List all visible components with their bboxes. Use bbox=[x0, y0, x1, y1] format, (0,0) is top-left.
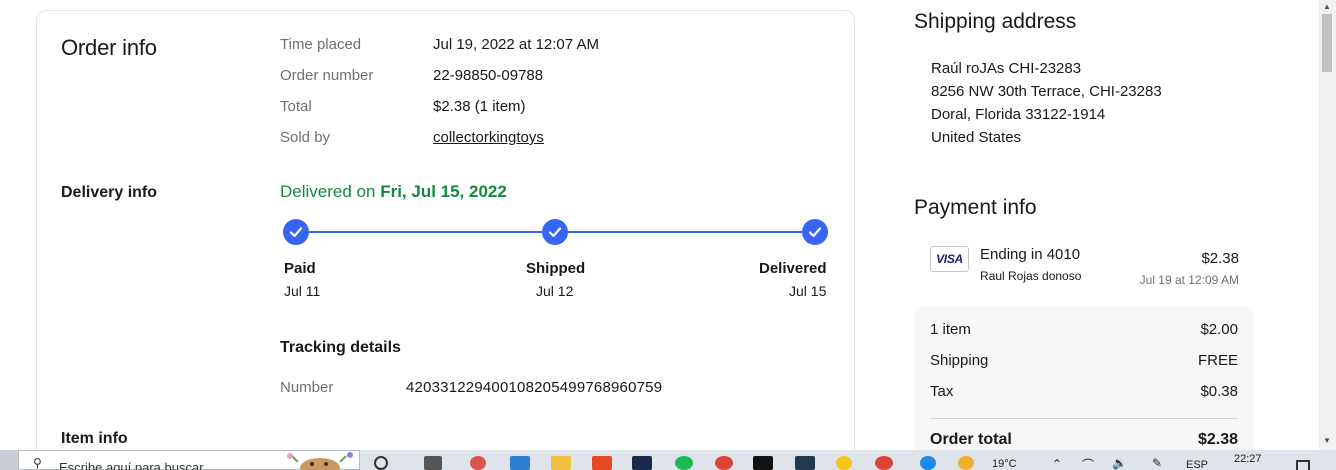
step-shipped-label: Shipped bbox=[526, 260, 586, 277]
tray-chevron-up-icon[interactable]: ⌃ bbox=[1052, 457, 1062, 470]
card-ending: Ending in 4010 bbox=[980, 246, 1081, 263]
progress-line-2 bbox=[568, 231, 803, 233]
weather-icon[interactable] bbox=[958, 456, 974, 470]
delivery-status: Delivered on Fri, Jul 15, 2022 bbox=[280, 182, 507, 202]
summary-tax-label: Tax bbox=[930, 383, 954, 400]
tracking-number-label: Number bbox=[280, 379, 334, 396]
notification-center-icon[interactable] bbox=[1296, 460, 1310, 470]
step-paid-check-icon bbox=[283, 219, 309, 245]
total-label: Total bbox=[280, 98, 312, 115]
language-indicator[interactable]: ESP bbox=[1186, 459, 1208, 470]
chrome-icon-2[interactable] bbox=[875, 456, 893, 470]
task-view-icon[interactable] bbox=[374, 456, 388, 470]
office-icon[interactable] bbox=[592, 456, 612, 470]
summary-row-items: 1 item $2.00 bbox=[930, 321, 1238, 338]
payment-info-title: Payment info bbox=[914, 196, 1037, 219]
scroll-up-arrow-icon[interactable]: ▲ bbox=[1323, 2, 1331, 11]
item-info-title: Item info bbox=[61, 430, 128, 447]
payment-method: VISA Ending in 4010 Raul Rojas donoso $2… bbox=[930, 243, 1254, 293]
summary-items-label: 1 item bbox=[930, 321, 971, 338]
order-details-page: Order info Time placed Jul 19, 2022 at 1… bbox=[0, 0, 1336, 470]
order-summary: 1 item $2.00 Shipping FREE Tax $0.38 Ord… bbox=[914, 306, 1254, 456]
vertical-scrollbar[interactable]: ▲ ▼ bbox=[1319, 0, 1336, 450]
widgets-icon[interactable] bbox=[424, 456, 442, 470]
sold-by-label: Sold by bbox=[280, 129, 331, 146]
order-number-value: 22-98850-09788 bbox=[433, 67, 544, 84]
step-paid-date: Jul 11 bbox=[284, 283, 321, 299]
address-line-name: Raúl roJAs CHI-23283 bbox=[931, 60, 1082, 77]
step-delivered-label: Delivered bbox=[759, 260, 827, 277]
order-card: Order info Time placed Jul 19, 2022 at 1… bbox=[36, 10, 855, 470]
delivery-status-prefix: Delivered on bbox=[280, 182, 376, 201]
search-highlight-doodle-icon bbox=[287, 452, 353, 470]
order-number-label: Order number bbox=[280, 67, 374, 84]
delivery-info-title: Delivery info bbox=[61, 184, 158, 201]
address-line-country: United States bbox=[931, 129, 1022, 146]
order-info-title: Order info bbox=[61, 35, 157, 60]
summary-row-shipping: Shipping FREE bbox=[930, 352, 1238, 369]
step-shipped-check-icon bbox=[542, 219, 568, 245]
dark-app-icon[interactable] bbox=[632, 456, 652, 470]
store-icon[interactable] bbox=[510, 456, 530, 470]
time-placed-label: Time placed bbox=[280, 36, 362, 53]
summary-items-value: $2.00 bbox=[1200, 321, 1238, 338]
progress-line-1 bbox=[306, 231, 542, 233]
payment-amount: $2.38 bbox=[1201, 250, 1239, 267]
windows-taskbar: ⚲ Escribe aquí para buscar 19°C ⌃ ⌒ 🔉 ✎ … bbox=[0, 450, 1336, 470]
summary-row-total: Order total $2.38 bbox=[930, 431, 1238, 449]
payment-date: Jul 19 at 12:09 AM bbox=[1139, 273, 1239, 287]
taskbar-clock[interactable]: 22:27 bbox=[1234, 453, 1262, 465]
summary-divider bbox=[930, 418, 1238, 419]
pen-icon[interactable]: ✎ bbox=[1152, 456, 1162, 470]
spotify-icon[interactable] bbox=[675, 456, 693, 470]
card-holder: Raul Rojas donoso bbox=[980, 269, 1082, 283]
summary-tax-value: $0.38 bbox=[1200, 383, 1238, 400]
step-paid-label: Paid bbox=[284, 260, 316, 277]
start-button[interactable] bbox=[0, 450, 18, 470]
shipping-address-title: Shipping address bbox=[914, 10, 1077, 33]
temperature-text: 19°C bbox=[992, 458, 1017, 470]
order-total-label: Order total bbox=[930, 431, 1012, 448]
help-icon[interactable] bbox=[920, 456, 936, 470]
step-shipped-date: Jul 12 bbox=[536, 283, 574, 299]
summary-shipping-value: FREE bbox=[1197, 352, 1238, 369]
network-icon[interactable]: ⌒ bbox=[1082, 456, 1094, 470]
netflix-icon[interactable] bbox=[753, 456, 773, 470]
visa-card-icon: VISA bbox=[930, 246, 969, 272]
norton-icon[interactable] bbox=[836, 456, 852, 470]
right-column: Shipping address Raúl roJAs CHI-23283 82… bbox=[914, 0, 1314, 456]
taskbar-search-placeholder: Escribe aquí para buscar bbox=[59, 460, 204, 470]
order-total-value: $2.38 bbox=[1197, 431, 1238, 448]
chrome-icon[interactable] bbox=[715, 456, 733, 470]
step-delivered-check-icon bbox=[802, 219, 828, 245]
delivery-status-date: Fri, Jul 15, 2022 bbox=[380, 182, 507, 201]
total-value: $2.38 (1 item) bbox=[433, 98, 526, 115]
volume-icon[interactable]: 🔉 bbox=[1112, 456, 1127, 470]
scroll-down-arrow-icon[interactable]: ▼ bbox=[1323, 436, 1331, 445]
summary-row-tax: Tax $0.38 bbox=[930, 383, 1238, 400]
step-delivered-date: Jul 15 bbox=[789, 283, 827, 299]
address-line-city: Doral, Florida 33122-1914 bbox=[931, 106, 1106, 123]
app-icon-dark-teal[interactable] bbox=[795, 456, 815, 470]
address-line-street: 8256 NW 30th Terrace, CHI-23283 bbox=[931, 83, 1162, 100]
time-placed-value: Jul 19, 2022 at 12:07 AM bbox=[433, 36, 599, 53]
summary-shipping-label: Shipping bbox=[930, 352, 989, 369]
tracking-number-value: 420331229400108205499768960759 bbox=[406, 379, 663, 396]
tracking-details-title: Tracking details bbox=[280, 339, 401, 356]
delivery-progress-tracker: Paid Jul 11 Shipped Jul 12 Delivered Jul… bbox=[280, 217, 830, 299]
scroll-thumb[interactable] bbox=[1322, 14, 1332, 72]
app-icon-red-circle[interactable] bbox=[470, 456, 486, 470]
seller-link[interactable]: collectorkingtoys bbox=[433, 129, 544, 146]
file-explorer-icon[interactable] bbox=[551, 456, 571, 470]
search-icon: ⚲ bbox=[33, 456, 42, 470]
